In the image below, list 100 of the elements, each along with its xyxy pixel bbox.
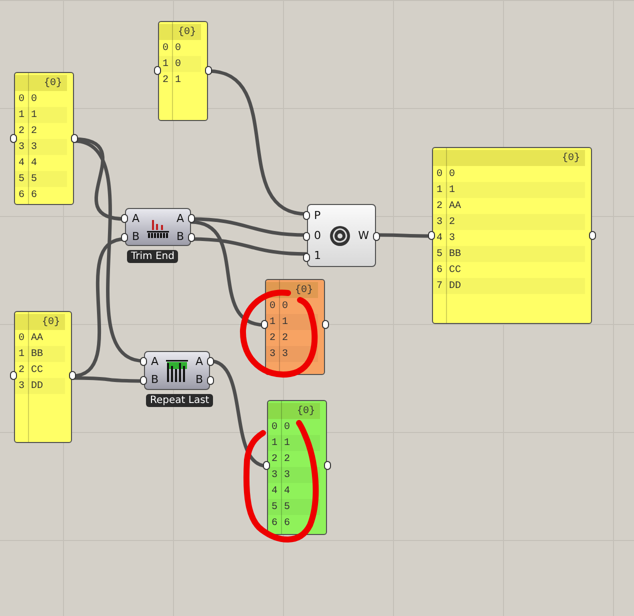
row-value: 1 <box>281 316 288 328</box>
input-port-label: A <box>132 212 140 224</box>
row-value: BB <box>30 348 44 360</box>
row-value: AA <box>30 332 44 344</box>
row-value: 4 <box>30 158 38 168</box>
row-index: 1 <box>161 58 170 70</box>
row-index: 1 <box>270 438 278 448</box>
row-value: 0 <box>448 168 456 180</box>
input-grip[interactable] <box>303 232 310 240</box>
output-port-label: B <box>176 230 184 242</box>
row-value: 3 <box>281 348 288 360</box>
output-grip[interactable] <box>207 356 214 366</box>
input-port-label: 0 <box>314 228 321 242</box>
row-index: 0 <box>268 300 276 312</box>
component-label: Repeat Last <box>146 394 214 407</box>
component-node[interactable]: A B A B <box>144 351 210 390</box>
input-grip[interactable] <box>428 231 435 240</box>
row-value: 2 <box>30 126 38 136</box>
output-port-label: A <box>195 354 203 368</box>
output-port-label: W <box>358 229 369 242</box>
panel-header: {0} <box>268 403 320 419</box>
input-grip[interactable] <box>121 214 128 222</box>
row-value: AA <box>448 200 462 212</box>
input-port-label: B <box>132 230 140 242</box>
panel-header: {0} <box>266 282 318 298</box>
row-index: 3 <box>435 216 444 228</box>
row-index: 2 <box>161 74 170 86</box>
output-grip[interactable] <box>205 66 212 75</box>
input-grip[interactable] <box>10 371 17 380</box>
output-port-label: A <box>176 212 184 224</box>
output-grip[interactable] <box>188 232 195 242</box>
row-value: 4 <box>283 486 290 496</box>
row-value: 5 <box>30 174 38 184</box>
input-grip[interactable] <box>121 232 128 242</box>
input-grip[interactable] <box>261 320 268 329</box>
row-index: 2 <box>17 364 26 376</box>
row-value: 5 <box>283 502 290 512</box>
row-value: 1 <box>174 74 182 86</box>
output-port-label: B <box>195 373 203 386</box>
row-index: 3 <box>268 348 276 360</box>
row-value: 0 <box>283 422 290 432</box>
panel[interactable]: {0} 0 0 1 1 2 2 3 3 4 4 5 5 6 6 <box>267 400 327 535</box>
output-grip[interactable] <box>373 232 380 240</box>
row-index: 0 <box>435 168 444 180</box>
row-value: 3 <box>283 470 290 480</box>
row-index: 2 <box>435 200 444 212</box>
row-index: 0 <box>17 332 26 344</box>
output-grip[interactable] <box>71 134 78 143</box>
input-grip[interactable] <box>10 134 17 143</box>
row-value: 6 <box>30 190 38 200</box>
row-index: 6 <box>270 518 278 528</box>
input-grip[interactable] <box>140 376 147 386</box>
component-node[interactable]: P 0 1 W <box>307 204 376 267</box>
input-grip[interactable] <box>263 461 270 470</box>
row-index: 6 <box>17 190 26 200</box>
panel-header: {0} <box>433 150 585 166</box>
output-grip[interactable] <box>188 214 195 222</box>
input-grip[interactable] <box>303 210 310 220</box>
row-index: 3 <box>17 380 26 392</box>
row-index: 2 <box>17 126 26 136</box>
row-value: 2 <box>283 454 290 464</box>
input-grip[interactable] <box>140 356 147 366</box>
row-index: 1 <box>268 316 276 328</box>
row-index: 3 <box>270 470 278 480</box>
output-grip[interactable] <box>69 371 76 380</box>
row-index: 0 <box>161 42 170 54</box>
output-grip[interactable] <box>322 320 329 329</box>
row-value: BB <box>448 248 462 260</box>
row-value: 1 <box>283 438 290 448</box>
row-value: CC <box>30 364 44 376</box>
input-port-label: P <box>314 208 321 222</box>
row-value: 0 <box>174 58 182 70</box>
row-index: 2 <box>268 332 276 344</box>
input-port-label: A <box>151 354 159 368</box>
output-grip[interactable] <box>207 376 214 386</box>
row-value: DD <box>30 380 44 392</box>
row-value: 0 <box>281 300 288 312</box>
output-grip[interactable] <box>589 231 596 240</box>
row-value: 2 <box>448 216 456 228</box>
row-index: 2 <box>270 454 278 464</box>
panel[interactable]: {0} 0 0 1 1 2 2 3 3 4 4 5 5 6 6 <box>14 72 74 205</box>
panel[interactable]: {0} 0 AA 1 BB 2 CC 3 DD <box>14 311 72 443</box>
row-index: 5 <box>270 502 278 512</box>
row-value: 1 <box>30 110 38 120</box>
row-index: 6 <box>435 264 444 276</box>
row-value: 0 <box>30 94 38 104</box>
input-port-label: B <box>151 373 159 386</box>
panel-header: {0} <box>15 75 67 91</box>
row-value: 1 <box>448 184 456 196</box>
row-index: 5 <box>17 174 26 184</box>
row-index: 7 <box>435 280 444 292</box>
input-grip[interactable] <box>154 66 161 75</box>
row-index: 1 <box>17 110 26 120</box>
row-value: CC <box>448 264 462 276</box>
panel[interactable]: {0} 0 0 1 0 2 1 <box>158 21 208 121</box>
row-value: 3 <box>448 232 456 244</box>
row-index: 4 <box>435 232 444 244</box>
component-node[interactable]: A B A B <box>125 208 191 246</box>
panel[interactable]: {0} 0 0 1 1 2 AA 3 2 4 3 5 BB 6 CC 7 DD <box>432 147 592 324</box>
output-grip[interactable] <box>324 461 331 470</box>
